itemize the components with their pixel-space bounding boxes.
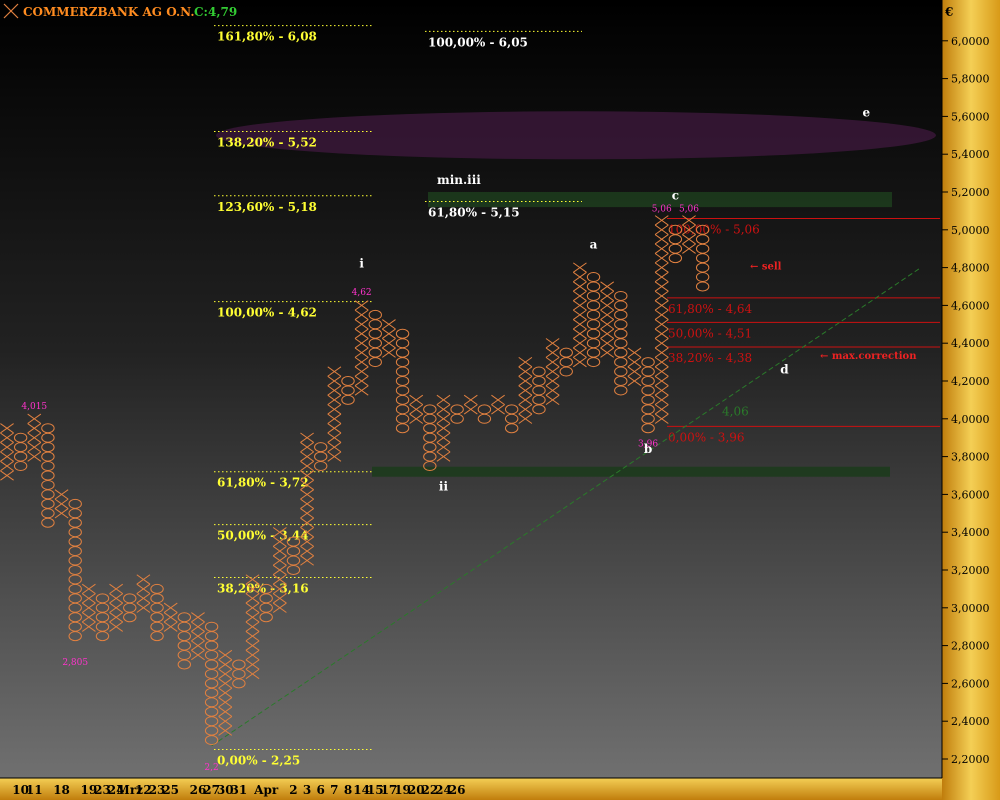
x-tick-label: 31 — [231, 783, 248, 797]
y-tick-label: 3,2000 — [951, 564, 990, 577]
y-tick-label: 3,8000 — [951, 451, 990, 464]
x-tick-label: 18 — [53, 783, 70, 797]
value-label: 4,015 — [21, 402, 47, 412]
fib-red-label: 38,20% - 4,38 — [668, 351, 752, 365]
y-tick-label: 5,0000 — [951, 224, 990, 237]
wave-label: c — [672, 189, 679, 203]
fib-white-label: 61,80% - 5,15 — [428, 205, 520, 219]
x-tick-label: 3 — [303, 783, 311, 797]
fib-yellow-label: 138,20% - 5,52 — [217, 136, 317, 150]
support-zone — [372, 466, 890, 477]
fib-yellow-label: 0,00% - 2,25 — [217, 754, 300, 768]
wave-label: a — [590, 238, 598, 252]
value-label: 2,2 — [204, 763, 218, 773]
fib-yellow-label: 50,00% - 3,44 — [217, 529, 309, 543]
fib-yellow-label: 161,80% - 6,08 — [217, 30, 317, 44]
fib-yellow-label: 61,80% - 3,72 — [217, 476, 309, 490]
x-tick-label: 25 — [162, 783, 179, 797]
max-correction-annotation: ← max.correction — [820, 351, 917, 362]
fib-yellow-label: 100,00% - 4,62 — [217, 306, 317, 320]
y-tick-label: 5,8000 — [951, 73, 990, 86]
x-tick-label: 11 — [26, 783, 43, 797]
y-tick-label: 2,2000 — [951, 753, 990, 766]
y-tick-label: 4,8000 — [951, 262, 990, 275]
fib-yellow-label: 123,60% - 5,18 — [217, 200, 317, 214]
chart-title: COMMERZBANK AG O.N. — [23, 5, 195, 19]
sell-annotation: ← sell — [750, 262, 782, 273]
wave-label: ii — [439, 480, 449, 494]
x-tick-label: 6 — [317, 783, 325, 797]
value-label: 2,805 — [62, 658, 88, 668]
pnf-chart: 161,80% - 6,08 138,20% - 5,52 123,60% - 5,… — [0, 0, 1000, 800]
fib-red-label: 50,00% - 4,51 — [668, 326, 752, 340]
wave-label: e — [862, 105, 870, 119]
y-tick-label: 6,0000 — [951, 35, 990, 48]
support-value-label: 4,06 — [722, 404, 749, 418]
chart-window: 161,80% - 6,08 138,20% - 5,52 123,60% - 5,… — [0, 0, 1000, 800]
fib-red-label: 61,80% - 4,64 — [668, 302, 753, 316]
y-tick-label: 2,8000 — [951, 640, 990, 653]
y-tick-label: 3,0000 — [951, 602, 990, 615]
x-tick-label: 2 — [289, 783, 297, 797]
x-tick-label: Apr — [253, 783, 279, 797]
y-tick-label: 4,4000 — [951, 337, 990, 350]
value-label: 4,62 — [352, 288, 372, 298]
fib-red-label: 0,00% - 3,96 — [668, 430, 745, 444]
y-tick-label: 5,6000 — [951, 110, 990, 123]
y-tick-label: 4,6000 — [951, 299, 990, 312]
y-tick-label: 5,2000 — [951, 186, 990, 199]
chart-header: COMMERZBANK AG O.N. C:4,79 — [3, 3, 237, 19]
y-tick-label: 4,2000 — [951, 375, 990, 388]
fib-yellow-label: 38,20% - 3,16 — [217, 582, 309, 596]
value-label: 5,06 — [652, 205, 672, 215]
wave-label: b — [644, 442, 652, 456]
wave-label: i — [359, 257, 364, 271]
y-tick-label: 2,4000 — [951, 715, 990, 728]
y-tick-label: 3,6000 — [951, 488, 990, 501]
fib-white-label: 100,00% - 6,05 — [428, 35, 528, 49]
x-tick-label: 26 — [449, 783, 466, 797]
y-tick-label: 3,4000 — [951, 526, 990, 539]
x-tick-label: 8 — [344, 783, 352, 797]
last-price: C:4,79 — [194, 5, 237, 19]
y-tick-label: 2,6000 — [951, 677, 990, 690]
target-ellipse — [216, 111, 936, 160]
y-tick-label: 5,4000 — [951, 148, 990, 161]
value-label: 5,06 — [679, 205, 699, 215]
min-iii-label: min.iii — [437, 173, 481, 187]
x-tick-label: 7 — [330, 783, 338, 797]
wave-label: d — [780, 362, 789, 376]
currency-label: € — [944, 5, 953, 19]
y-tick-label: 4,0000 — [951, 413, 990, 426]
